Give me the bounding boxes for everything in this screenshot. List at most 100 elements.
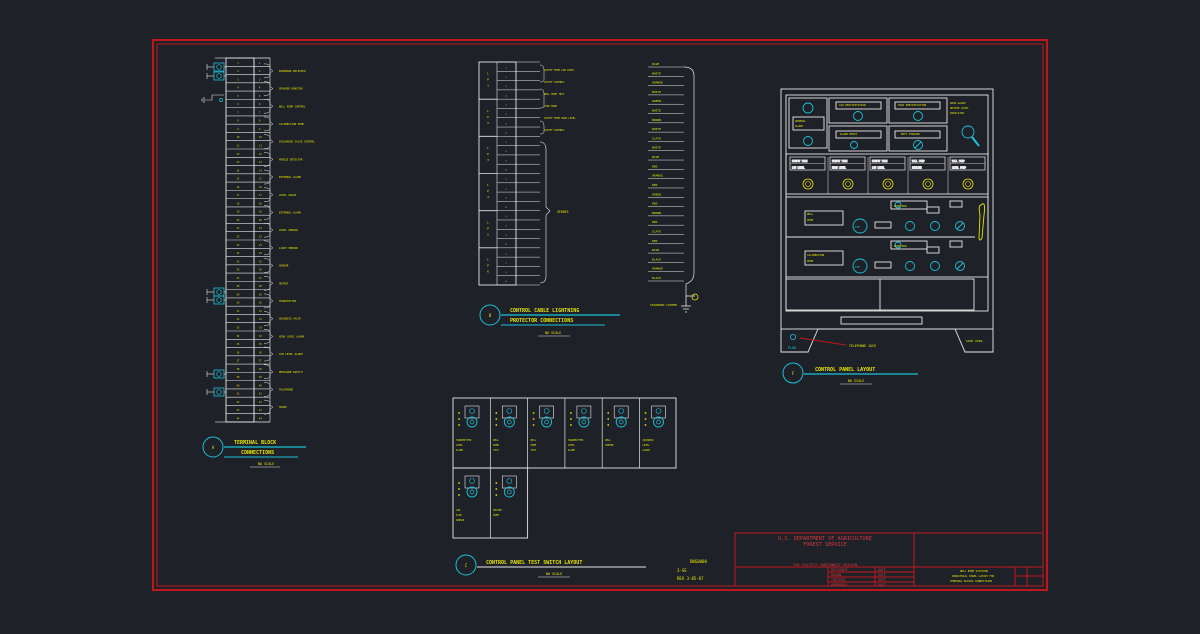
switch-label: ALARM	[456, 449, 464, 452]
switch-label: TEST	[531, 449, 537, 452]
status-dot	[495, 418, 498, 420]
panel-module-label: LOW PRECIPITATION	[839, 103, 866, 107]
protector-label: LP6	[487, 257, 489, 273]
status-dot	[458, 412, 460, 414]
indicator-sublabel: HIGH LEVEL	[832, 167, 846, 170]
wire-color-label: BLUE	[652, 155, 659, 159]
ground-wire-label: STRANDED COPPER	[650, 303, 677, 307]
terminal-group-label: WELL PUMP CONTROL	[279, 104, 306, 108]
status-dot	[495, 424, 498, 426]
status-dot	[458, 418, 460, 420]
terminal-group-label: LIGHT SENSOR	[279, 246, 298, 250]
switch-label: SOLENOID	[643, 439, 655, 442]
panel-meter-label: RTM	[855, 226, 860, 229]
wire-color-label: WHITE	[652, 90, 661, 94]
switch-label: PUMP	[531, 444, 537, 447]
switch-label: LOW	[456, 509, 461, 512]
status-dot	[532, 418, 535, 420]
protector-circuit-label: CUTOFF FROM HIGH LEVEL	[544, 117, 576, 120]
switch-label: WELL	[605, 439, 611, 442]
terminal-group-label: TELEPHONE	[279, 387, 293, 391]
control-cable-title: CONTROL CABLE LIGHTNING	[510, 308, 579, 314]
panel-module-label: ALARM RESET	[840, 132, 858, 136]
control-cable-scale: NO SCALE	[545, 331, 561, 335]
protector-label: LP5	[487, 220, 489, 236]
terminal-group-label: EXTERNAL ALARM	[279, 175, 301, 179]
wire-color-label: BLACK	[652, 276, 661, 280]
switch-label: TRANSMITTER	[456, 439, 472, 442]
panel-module-label: HIGH PRECIPITATION	[898, 103, 927, 107]
status-dot	[644, 424, 647, 426]
panel-module-label: PUMP RUN	[894, 244, 907, 248]
panel-module-label: CALIBRATION	[807, 253, 825, 257]
terminal-group-label: WIDEBAND RECEIVER	[279, 69, 306, 73]
signature-row-date: DATE	[878, 578, 886, 582]
switch-label: WELL	[493, 439, 499, 442]
wire-color-label: ORANGE	[652, 267, 663, 271]
signature-row-label: DRAWN	[831, 573, 841, 577]
side-view-callout: SIDE VIEW	[966, 339, 982, 343]
status-dot	[458, 424, 460, 426]
signature-row-label: APPROVED	[831, 583, 847, 587]
wire-color-label: BLUE	[652, 248, 659, 252]
terminal-group-label: FREEZE DETECTOR	[279, 157, 303, 161]
wire-color-label: ORANGE	[652, 174, 663, 178]
status-dot	[570, 412, 572, 414]
switch-label: ALARM	[643, 449, 651, 452]
switch-label: HEATER	[493, 509, 502, 512]
status-dot	[495, 412, 498, 414]
panel-module-label: PUMP RUN	[894, 204, 907, 208]
protector-label: LP3	[487, 146, 489, 162]
terminal-group-label: SOLENOID VALVE	[279, 317, 301, 321]
wire-color-label: BLUE	[652, 62, 659, 66]
switch-label: WELL	[531, 439, 537, 442]
indicator-label: WELL PUMP	[952, 160, 965, 163]
status-dot	[532, 412, 535, 414]
spares-label: SPARES	[557, 210, 569, 214]
telephone-jack-callout: TELEPHONE JACK	[849, 344, 876, 348]
panel-module-label: HEATER LEVEL	[950, 106, 969, 110]
switch-label: PUMP	[493, 514, 499, 517]
status-dot	[458, 482, 460, 484]
wire-color-label: RED	[652, 202, 658, 206]
wire-color-label: WHITE	[652, 109, 661, 113]
switch-layout-title: CONTROL PANEL TEST SWITCH LAYOUT	[486, 560, 582, 566]
panel-module-label: INDICATOR	[950, 111, 964, 115]
drawing-number: DWG0000	[690, 559, 707, 564]
terminal-group-label: OUTPUT	[279, 281, 289, 285]
signature-row-date: DATE	[878, 583, 886, 587]
switch-label: TEST	[493, 449, 499, 452]
status-dot	[607, 412, 610, 414]
wire-color-label: BROWN	[652, 211, 661, 215]
status-dot	[570, 424, 572, 426]
protector-circuit-label: CUTOFF CONTROL	[544, 81, 565, 84]
panel-meter-label: RTM	[855, 266, 860, 269]
terminal-group-label: SPARE	[279, 405, 287, 409]
switch-label: LEVEL	[456, 444, 464, 447]
wire-color-label: ORANGE	[652, 81, 663, 85]
panel-module-label: PUMP	[807, 259, 814, 263]
panel-module-label: BATT CHARGER	[901, 132, 920, 136]
panel-module-label: GENERAL	[795, 119, 806, 123]
terminal-group-label: CALIBRATION PUMP	[279, 122, 304, 126]
switch-label: FLOW	[456, 514, 462, 517]
terminal-group-label: TRANSMITTER	[279, 299, 297, 303]
terminal-block-scale: NO SCALE	[258, 462, 274, 466]
terminal-group-label: SPEAKER MONITOR	[279, 87, 303, 91]
switch-label: LEVEL	[643, 444, 651, 447]
status-dot	[495, 494, 498, 496]
switch-label: TRANSMITTER	[568, 439, 584, 442]
terminal-block-title: TERMINAL BLOCK	[234, 440, 276, 446]
region-name: THE PACIFIC NORTHWEST REGION	[793, 562, 858, 567]
switch-label: FREEZE	[605, 444, 614, 447]
control-panel-title: CONTROL PANEL LAYOUT	[815, 367, 875, 373]
status-dot	[607, 418, 610, 420]
wire-color-label: SLATE	[652, 229, 661, 233]
status-dot	[570, 418, 572, 420]
control-panel-scale: NO SCALE	[848, 379, 864, 383]
status-dot	[495, 482, 498, 484]
wire-color-label: WHITE	[652, 146, 661, 150]
protector-circuit-label: LEAD WIRE	[544, 105, 558, 108]
wire-color-label: WHITE	[652, 71, 661, 75]
signature-row-date: DATE	[878, 573, 886, 577]
